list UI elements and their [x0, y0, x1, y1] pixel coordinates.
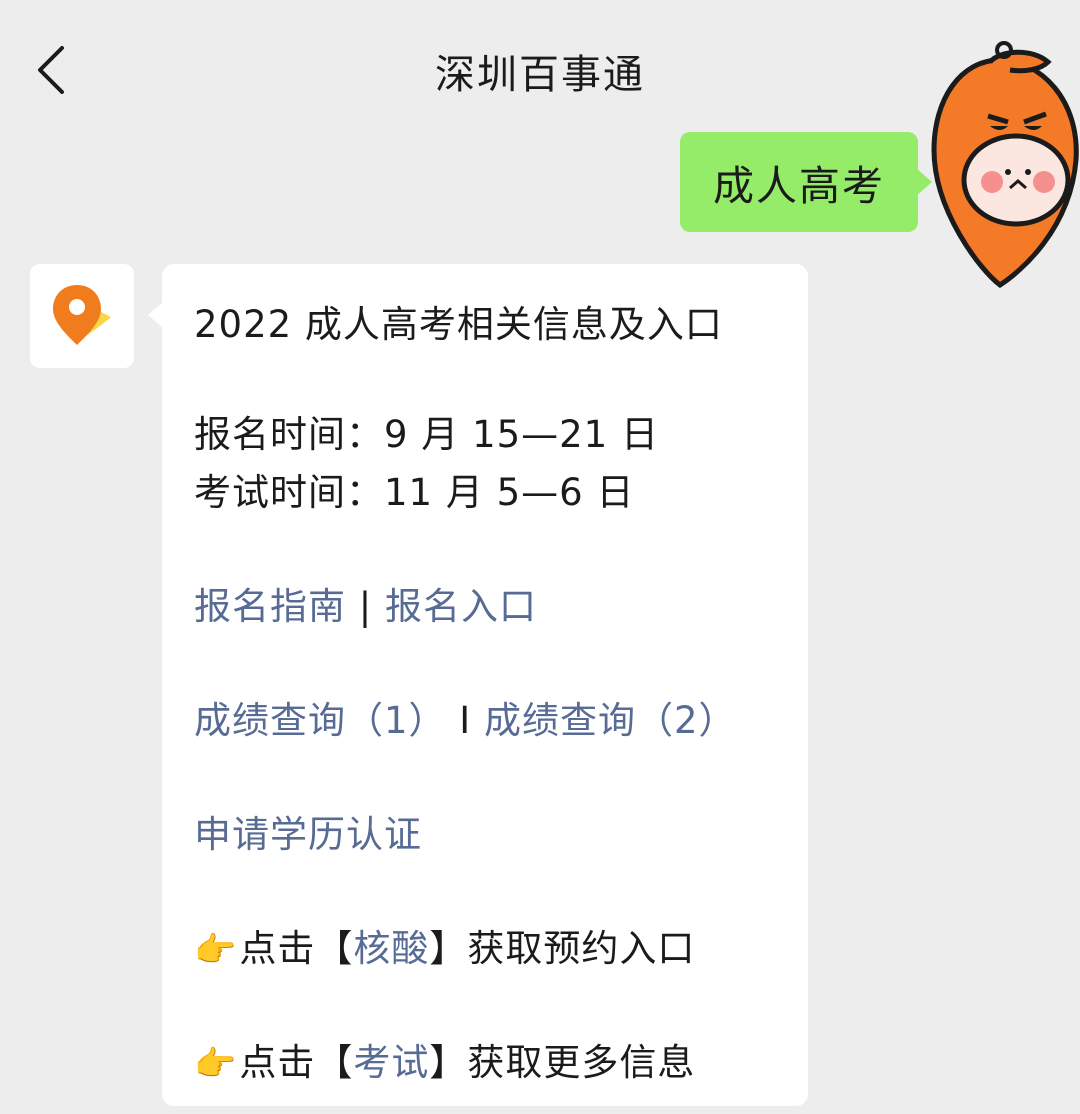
promo-prefix: 点击【	[239, 1041, 354, 1084]
pointing-hand-icon: 👉	[194, 930, 238, 970]
nucleic-acid-link[interactable]: 核酸	[353, 927, 429, 970]
links-row-registration: 报名指南 | 报名入口	[194, 576, 537, 630]
registration-entry-link[interactable]: 报名入口	[385, 585, 537, 628]
top-navigation-bar: 深圳百事通	[0, 0, 1080, 134]
user-message-text: 成人高考	[713, 162, 885, 210]
exam-time-text: 考试时间：11 月 5—6 日	[194, 471, 635, 514]
links-row-score: 成绩查询（1） I 成绩查询（2）	[194, 690, 737, 744]
link-separator: I	[446, 699, 484, 742]
headline-text: 2022 成人高考相关信息及入口	[194, 303, 723, 346]
cartoon-avatar-icon	[931, 41, 1079, 289]
registration-guide-link[interactable]: 报名指南	[194, 585, 346, 628]
user-avatar[interactable]	[920, 40, 1080, 290]
promo-prefix: 点击【	[239, 927, 354, 970]
promo-suffix: 】获取预约入口	[429, 927, 696, 970]
degree-certification-link[interactable]: 申请学历认证	[194, 813, 422, 856]
chat-title: 深圳百事通	[435, 52, 645, 98]
links-row-certification: 申请学历认证	[194, 804, 422, 858]
exam-link[interactable]: 考试	[353, 1041, 429, 1084]
user-message-bubble[interactable]: 成人高考	[680, 132, 932, 232]
promo-line-nucleic-acid: 👉点击【核酸】获取预约入口	[194, 918, 695, 972]
location-pin-icon	[53, 285, 111, 345]
bot-message-bubble: 2022 成人高考相关信息及入口 报名时间：9 月 15—21 日 考试时间：1…	[148, 264, 808, 1106]
pointing-hand-icon: 👉	[194, 1044, 238, 1084]
score-query-2-link[interactable]: 成绩查询（2）	[484, 699, 737, 742]
bot-avatar[interactable]	[30, 264, 134, 368]
link-separator: |	[346, 585, 385, 628]
promo-suffix: 】获取更多信息	[429, 1041, 696, 1084]
promo-line-exam: 👉点击【考试】获取更多信息	[194, 1032, 695, 1086]
score-query-1-link[interactable]: 成绩查询（1）	[194, 699, 447, 742]
registration-time-text: 报名时间：9 月 15—21 日	[194, 413, 659, 456]
